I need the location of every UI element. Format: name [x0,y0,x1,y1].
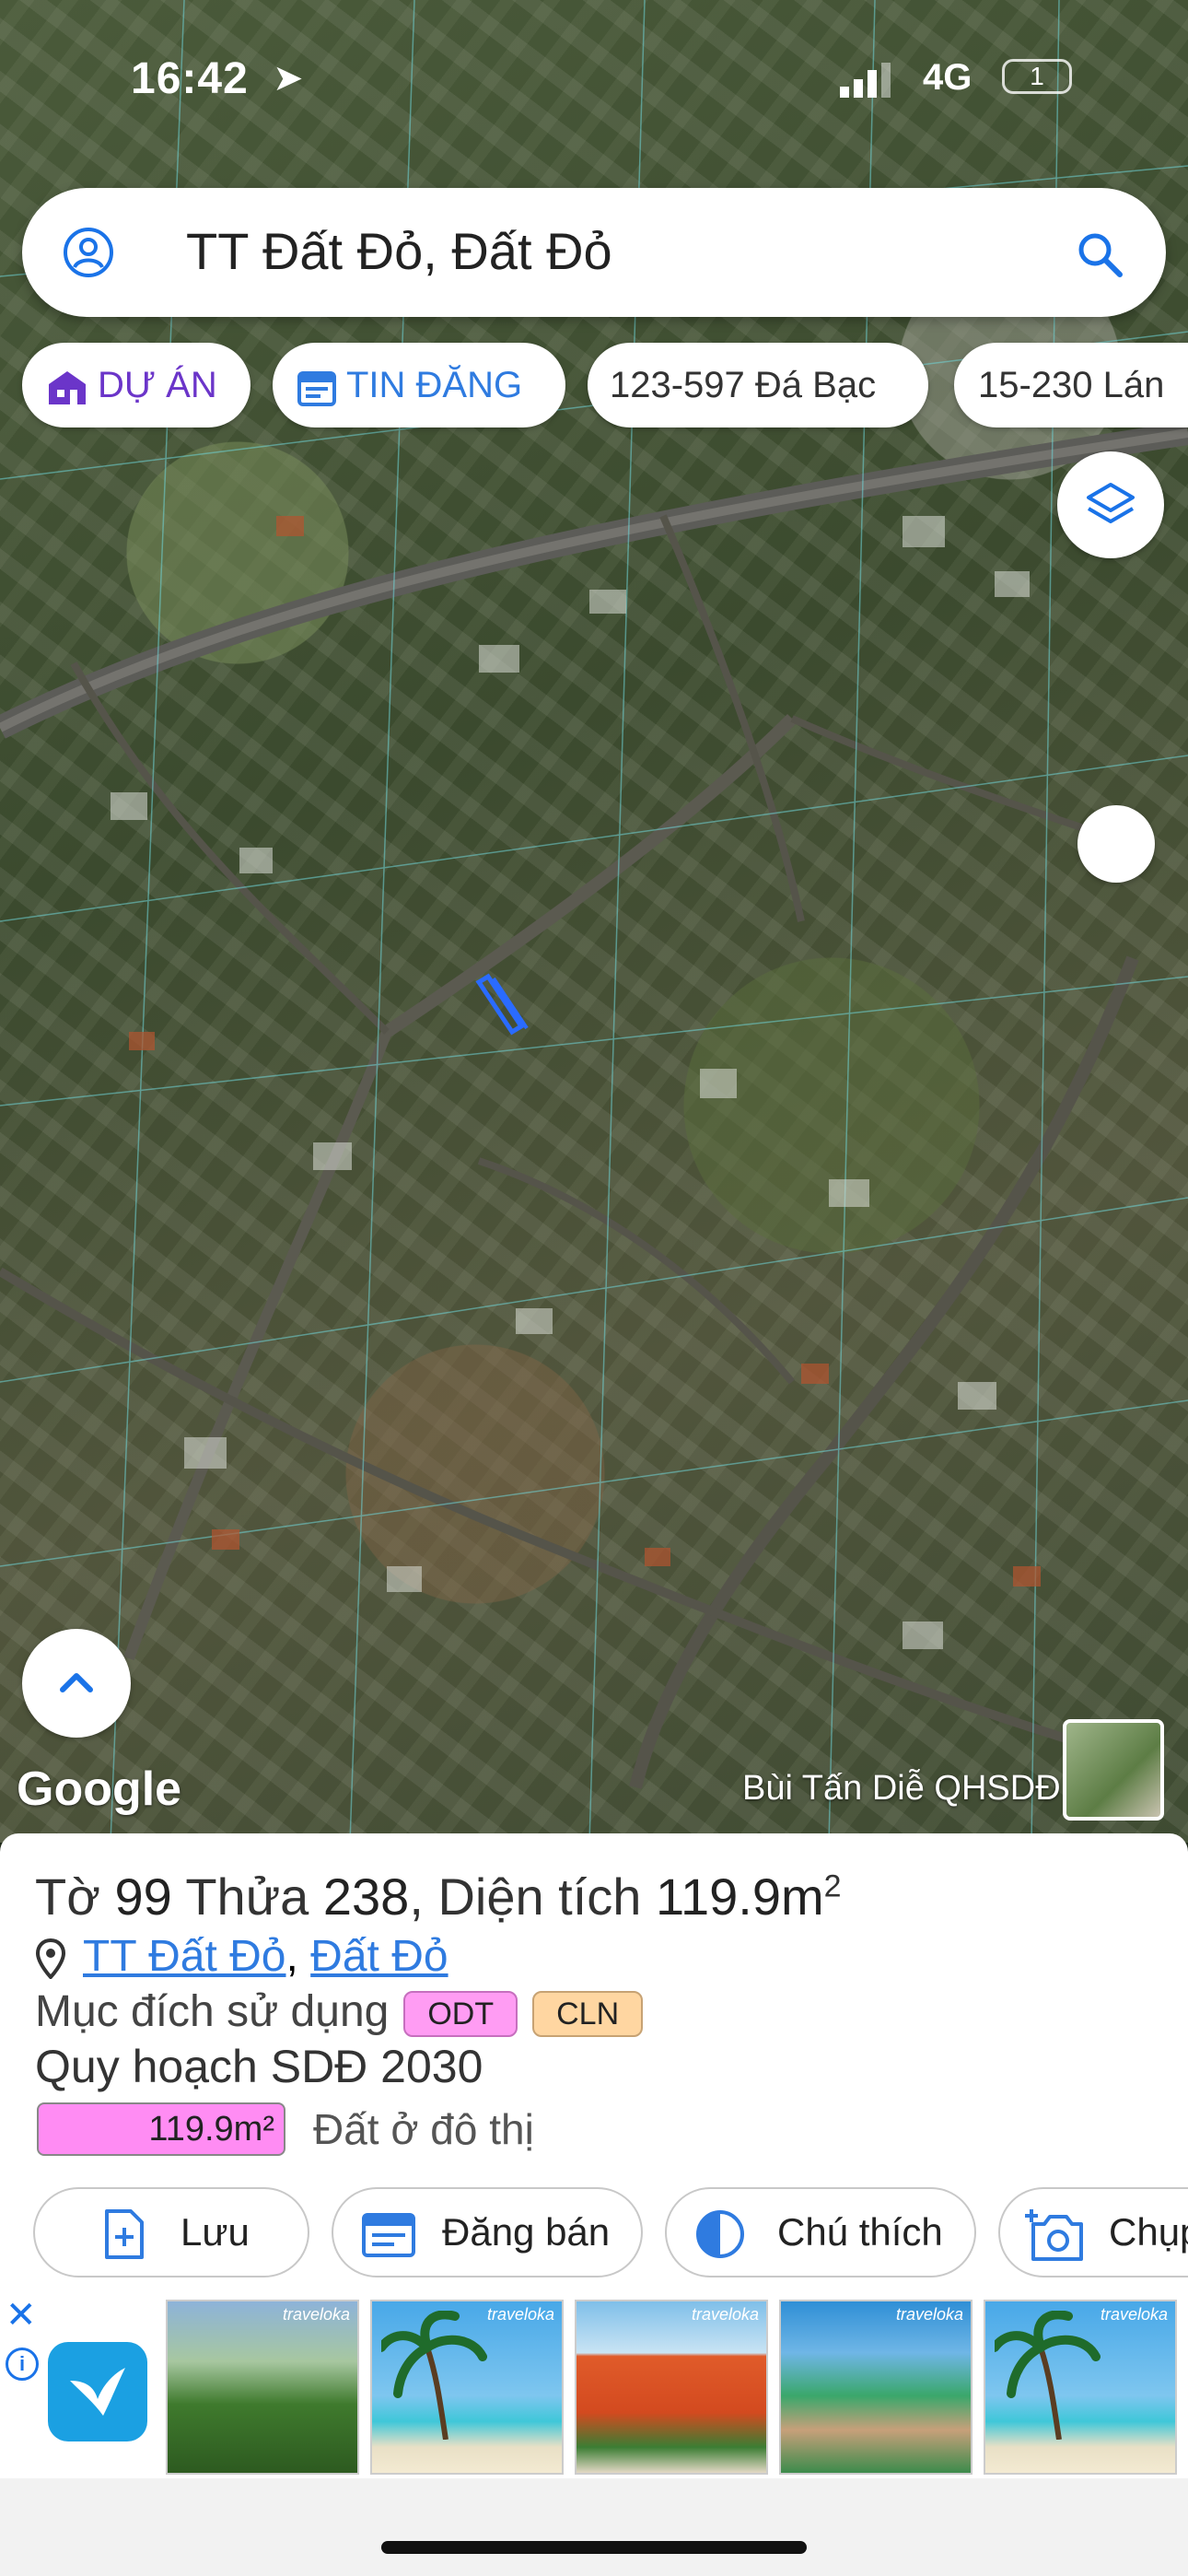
capture-button[interactable]: Chụp [998,2187,1188,2277]
post-sale-button[interactable]: Đăng bán [332,2187,643,2277]
traveloka-logo[interactable] [48,2342,147,2441]
map-thumbnail[interactable] [1063,1719,1164,1821]
ad-tile[interactable]: traveloka [984,2300,1177,2475]
battery-icon: 1 [1002,59,1072,94]
tag-cln: CLN [532,1991,644,2038]
ad-tile-tag: traveloka [1100,2305,1168,2324]
location-arrow-icon: ➤ [273,58,304,99]
parcel-title: Tờ 99 Thửa 238, Diện tích 119.9m2 [35,1867,842,1926]
bird-icon [70,2368,125,2416]
building-icon [49,371,86,405]
palm-tree-icon [381,2311,487,2440]
plot-label: Thửa [171,1868,323,1926]
camera-add-icon [1025,2209,1083,2261]
ad-tile[interactable]: traveloka [166,2300,359,2475]
calendar-icon [297,371,336,407]
user-icon[interactable] [63,227,114,278]
sheet-label: Tờ [35,1868,115,1926]
search-bar[interactable]: TT Đất Đỏ, Đất Đỏ [22,188,1166,317]
chip-road-1[interactable]: 123-597 Đá Bạc [588,343,928,427]
network-label: 4G [923,57,973,98]
save-label: Lưu [181,2210,250,2254]
capture-label: Chụp [1109,2210,1188,2254]
parcel-address: TT Đất Đỏ, Đất Đỏ [35,1931,448,1982]
chip-label: 15-230 Lán [978,365,1165,405]
ad-tile[interactable]: traveloka [779,2300,973,2475]
planning-legend: 119.9m² Đất ở đô thị [37,2102,534,2156]
layers-icon [1087,483,1135,523]
location-pin-icon [35,1938,66,1980]
chip-label: TIN ĐĂNG [346,365,523,405]
area-value: 119.9m [656,1868,824,1926]
ad-tile-tag: traveloka [282,2305,350,2324]
ad-tile-tag: traveloka [486,2305,554,2324]
ad-tile[interactable]: traveloka [575,2300,768,2475]
chip-label: DỰ ÁN [98,365,217,405]
chevron-up-icon [60,1673,93,1692]
post-sale-label: Đăng bán [442,2210,611,2254]
address-separator: , [285,1932,311,1981]
ad-info-icon[interactable]: i [6,2348,39,2381]
status-time: 16:42 [131,54,249,103]
search-icon[interactable] [1074,228,1125,280]
planning-swatch: 119.9m² [37,2102,285,2156]
sheet-number: 99 [114,1868,172,1926]
ad-tile-tag: traveloka [895,2305,963,2324]
tag-odt: ODT [403,1991,518,2038]
legend-button[interactable]: Chú thích [665,2187,976,2277]
chip-tin-dang[interactable]: TIN ĐĂNG [273,343,565,427]
land-purpose: Mục đích sử dụng ODT CLN [35,1986,644,2038]
save-button[interactable]: Lưu [33,2187,309,2277]
google-logo: Google [17,1762,182,1816]
status-bar: 16:42 ➤ 4G 1 [0,53,1188,109]
home-area [0,2478,1188,2576]
chip-road-2[interactable]: 15-230 Lán [954,343,1188,427]
location-dot-button[interactable] [1077,805,1155,883]
purpose-label: Mục đích sử dụng [35,1987,390,2036]
chip-label: 123-597 Đá Bạc [610,365,877,405]
district-link[interactable]: Đất Đỏ [310,1932,448,1981]
contrast-icon [696,2210,744,2258]
file-add-icon [105,2209,144,2259]
home-indicator[interactable] [381,2541,807,2554]
area-unit-sup: 2 [823,1868,842,1904]
legend-label: Chú thích [777,2210,943,2254]
planning-swatch-label: Đất ở đô thị [313,2105,534,2153]
layers-button[interactable] [1057,451,1164,558]
ad-tile[interactable]: traveloka [370,2300,564,2475]
ad-close-icon[interactable]: ✕ [6,2294,37,2336]
ward-link[interactable]: TT Đất Đỏ [83,1932,286,1981]
plot-number: 238 [322,1868,410,1926]
expand-up-button[interactable] [22,1629,131,1738]
ad-banner[interactable]: ✕ i traveloka traveloka traveloka travel… [0,2294,1188,2478]
area-label: , Diện tích [409,1868,656,1926]
planning-title: Quy hoạch SDĐ 2030 [35,2041,483,2092]
signal-icon [840,63,891,98]
chip-du-an[interactable]: DỰ ÁN [22,343,250,427]
calendar-list-icon [362,2213,415,2257]
search-title[interactable]: TT Đất Đỏ, Đất Đỏ [186,221,612,281]
ad-tile-tag: traveloka [691,2305,759,2324]
palm-tree-icon [995,2311,1101,2440]
